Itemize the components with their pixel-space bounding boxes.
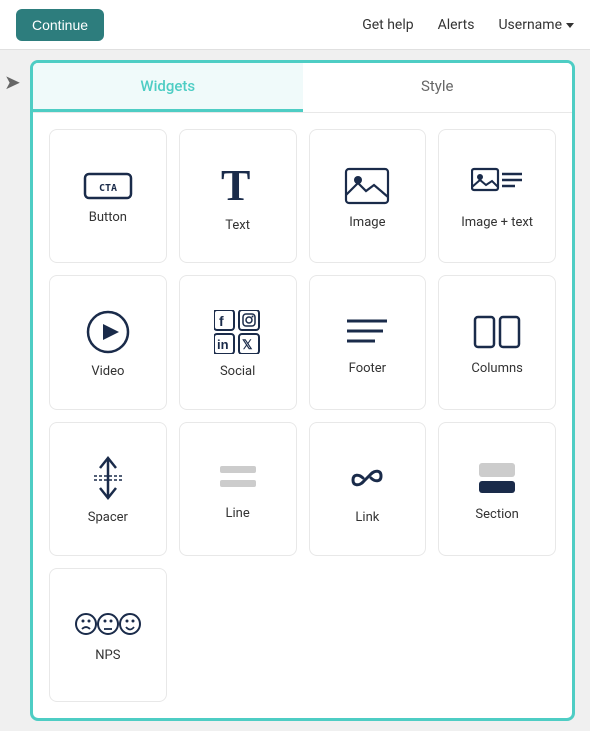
- widget-social[interactable]: f in 𝕏 Social: [179, 275, 297, 409]
- svg-text:f: f: [219, 313, 224, 329]
- widgets-panel: Widgets Style CTA Button T: [30, 60, 575, 721]
- footer-label: Footer: [349, 361, 386, 376]
- svg-text:CTA: CTA: [99, 183, 117, 194]
- video-label: Video: [91, 364, 124, 379]
- line-label: Line: [226, 506, 250, 521]
- widget-spacer[interactable]: Spacer: [49, 422, 167, 556]
- nps-label: NPS: [95, 648, 120, 663]
- footer-icon: [345, 313, 389, 351]
- widget-image-text[interactable]: Image + text: [438, 129, 556, 263]
- nps-icon: [75, 610, 141, 638]
- image-text-icon: [471, 167, 523, 205]
- topbar: Continue Get help Alerts Username: [0, 0, 590, 50]
- columns-icon: [473, 313, 521, 351]
- tab-bar: Widgets Style: [33, 63, 572, 113]
- image-text-label: Image + text: [461, 215, 533, 230]
- widget-nps[interactable]: NPS: [49, 568, 167, 702]
- social-label: Social: [220, 364, 255, 379]
- image-label: Image: [349, 215, 385, 230]
- social-icon: f in 𝕏: [214, 310, 262, 354]
- svg-text:in: in: [217, 337, 229, 352]
- image-icon: [344, 167, 390, 205]
- widgets-grid: CTA Button T Text: [33, 113, 572, 718]
- section-icon: [475, 459, 519, 497]
- widget-image[interactable]: Image: [309, 129, 427, 263]
- svg-text:𝕏: 𝕏: [242, 337, 253, 352]
- widget-text[interactable]: T Text: [179, 129, 297, 263]
- widget-columns[interactable]: Columns: [438, 275, 556, 409]
- section-label: Section: [475, 507, 518, 522]
- link-icon: [345, 456, 389, 500]
- svg-text:T: T: [221, 164, 250, 208]
- text-icon: T: [217, 164, 259, 208]
- topbar-right: Get help Alerts Username: [362, 17, 574, 33]
- widget-video[interactable]: Video: [49, 275, 167, 409]
- topbar-left: Continue: [16, 9, 104, 41]
- get-help-link[interactable]: Get help: [362, 17, 413, 33]
- tab-widgets[interactable]: Widgets: [33, 63, 303, 112]
- widget-footer[interactable]: Footer: [309, 275, 427, 409]
- username-label: Username: [498, 17, 562, 33]
- continue-button[interactable]: Continue: [16, 9, 104, 41]
- link-label: Link: [355, 510, 379, 525]
- spacer-label: Spacer: [88, 510, 128, 525]
- alerts-link[interactable]: Alerts: [438, 17, 475, 33]
- arrow-hint: ➤: [4, 70, 21, 94]
- video-icon: [86, 310, 130, 354]
- tab-style[interactable]: Style: [303, 63, 573, 112]
- widget-line[interactable]: Line: [179, 422, 297, 556]
- line-icon: [216, 460, 260, 496]
- columns-label: Columns: [471, 361, 523, 376]
- button-icon: CTA: [83, 172, 133, 200]
- widget-link[interactable]: Link: [309, 422, 427, 556]
- text-label: Text: [225, 218, 250, 233]
- button-label: Button: [89, 210, 127, 225]
- widget-section[interactable]: Section: [438, 422, 556, 556]
- spacer-icon: [86, 456, 130, 500]
- widget-button[interactable]: CTA Button: [49, 129, 167, 263]
- main-area: ➤ Widgets Style CTA Button: [0, 50, 590, 731]
- chevron-down-icon: [566, 23, 574, 28]
- username-menu[interactable]: Username: [498, 17, 574, 33]
